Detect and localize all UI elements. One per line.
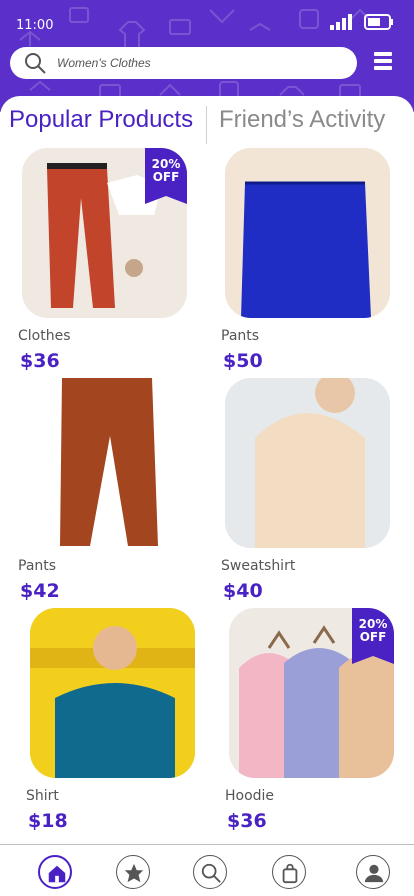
product-price: $42 xyxy=(20,580,60,602)
home-icon xyxy=(48,865,66,883)
product-name: Pants xyxy=(18,558,57,574)
nav-favorites[interactable] xyxy=(116,855,150,889)
product-price: $18 xyxy=(28,810,68,832)
search-icon xyxy=(25,53,46,74)
star-icon xyxy=(124,863,144,883)
search-placeholder: Women's Clothes xyxy=(57,56,151,70)
profile-icon xyxy=(364,864,384,883)
product-price: $36 xyxy=(227,810,267,832)
shirt-illustration xyxy=(30,608,195,778)
product-image: 20% OFF xyxy=(229,608,394,778)
product-price: $40 xyxy=(223,580,263,602)
product-price: $50 xyxy=(223,350,263,372)
discount-badge: 20% OFF xyxy=(352,608,394,664)
product-card[interactable]: 20% OFF Clothes $36 xyxy=(18,148,192,372)
discount-badge: 20% OFF xyxy=(145,148,187,204)
nav-home[interactable] xyxy=(38,855,72,889)
battery-icon xyxy=(364,14,393,30)
status-time: 11:00 xyxy=(16,18,54,33)
tab-divider xyxy=(206,106,207,144)
product-card[interactable]: Sweatshirt $40 xyxy=(221,378,395,602)
product-name: Pants xyxy=(221,328,260,344)
nav-shop[interactable] xyxy=(272,855,306,889)
product-name: Shirt xyxy=(26,788,59,804)
tab-friends-activity[interactable]: Friend’s Activity xyxy=(219,106,385,134)
product-image xyxy=(225,148,390,318)
product-card[interactable]: Pants $42 xyxy=(18,378,192,602)
nav-search[interactable] xyxy=(193,855,227,889)
nav-profile[interactable] xyxy=(356,855,390,889)
brown-pants-illustration xyxy=(22,378,187,548)
content-panel: Popular Products Friend’s Activity 20% OF… xyxy=(0,96,414,856)
product-price: $36 xyxy=(20,350,60,372)
product-card[interactable]: 20% OFF Hoodie $36 xyxy=(225,608,399,832)
bottom-nav xyxy=(0,844,414,896)
product-card[interactable]: Shirt $18 xyxy=(26,608,200,832)
signal-icon xyxy=(330,14,352,30)
shopping-bag-icon xyxy=(282,863,298,884)
product-image xyxy=(225,378,390,548)
search-icon xyxy=(201,863,221,883)
product-image xyxy=(30,608,195,778)
product-name: Hoodie xyxy=(225,788,275,804)
search-input[interactable]: Women's Clothes xyxy=(10,47,357,79)
menu-icon[interactable] xyxy=(374,52,392,72)
product-name: Sweatshirt xyxy=(221,558,296,574)
product-image: 20% OFF xyxy=(22,148,187,318)
product-image xyxy=(22,378,187,548)
blue-pants-illustration xyxy=(225,148,390,318)
sweatshirt-illustration xyxy=(225,378,390,548)
tab-popular-products[interactable]: Popular Products xyxy=(9,106,193,134)
tabs: Popular Products Friend’s Activity xyxy=(0,106,414,144)
status-bar: 11:00 xyxy=(16,14,398,33)
product-card[interactable]: Pants $50 xyxy=(221,148,395,372)
product-name: Clothes xyxy=(18,328,71,344)
